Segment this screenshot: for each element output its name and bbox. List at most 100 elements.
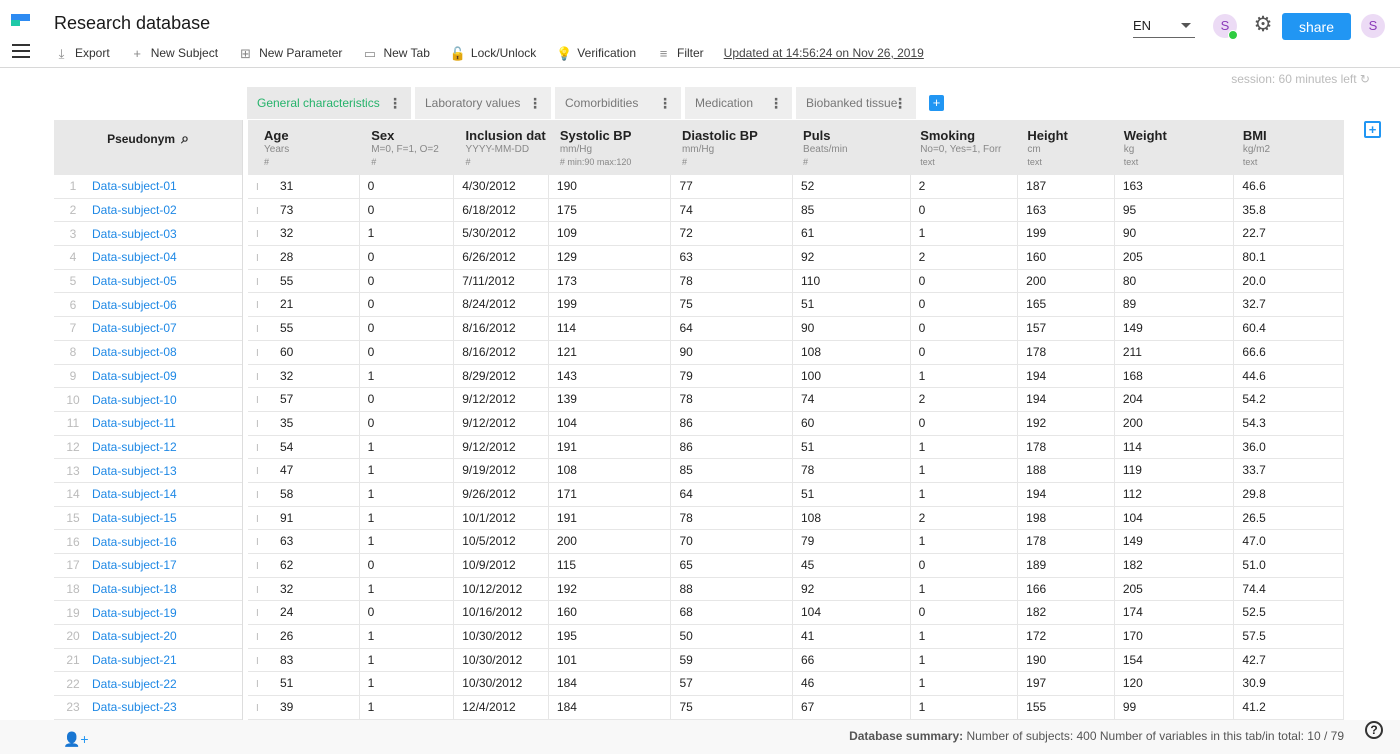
table-cell[interactable]: 115 <box>549 554 672 577</box>
table-cell[interactable]: 108 <box>793 506 911 530</box>
table-cell[interactable]: 78 <box>671 506 793 530</box>
table-cell[interactable]: 200 <box>549 530 672 553</box>
table-cell[interactable]: 1 <box>360 222 455 246</box>
table-cell[interactable]: 30.9 <box>1234 672 1344 696</box>
table-cell[interactable]: 149 <box>1115 317 1235 340</box>
subject-link[interactable]: Data-subject-07 <box>92 321 177 335</box>
subject-link[interactable]: Data-subject-18 <box>92 582 177 596</box>
table-cell[interactable]: 101 <box>549 648 672 672</box>
table-cell[interactable]: I 73 <box>252 198 360 222</box>
table-cell[interactable]: 61 <box>793 222 911 246</box>
column-header-systolic-bp[interactable]: Systolic BP mm/Hg # min:90 max:120 <box>552 120 674 175</box>
more-vert-icon[interactable]: ⋮ <box>528 87 542 119</box>
table-cell[interactable]: 173 <box>549 269 672 293</box>
table-cell[interactable]: 182 <box>1018 601 1115 625</box>
table-cell[interactable]: 1 <box>911 459 1019 482</box>
table-cell[interactable]: 75 <box>671 293 793 317</box>
table-cell[interactable]: 26.5 <box>1234 506 1344 530</box>
table-cell[interactable]: 168 <box>1115 364 1235 388</box>
tab-general-characteristics[interactable]: General characteristics ⋮ <box>247 87 411 119</box>
subject-link[interactable]: Data-subject-16 <box>92 535 177 549</box>
table-cell[interactable]: 1 <box>360 672 455 696</box>
table-cell[interactable]: 33.7 <box>1234 459 1344 482</box>
table-cell[interactable]: 199 <box>1018 222 1115 246</box>
table-cell[interactable]: 68 <box>671 601 793 625</box>
table-cell[interactable]: I 26 <box>252 625 360 648</box>
table-cell[interactable]: 29.8 <box>1234 482 1344 506</box>
table-cell[interactable]: 10/30/2012 <box>454 672 549 696</box>
table-cell[interactable]: 42.7 <box>1234 648 1344 672</box>
table-cell[interactable]: 51 <box>793 435 911 459</box>
table-cell[interactable]: 195 <box>549 625 672 648</box>
table-cell[interactable]: 155 <box>1018 696 1115 719</box>
table-cell[interactable]: 78 <box>793 459 911 482</box>
table-cell[interactable]: 1 <box>360 577 455 601</box>
table-cell[interactable]: 163 <box>1115 175 1235 198</box>
table-cell[interactable]: 99 <box>1115 696 1235 719</box>
table-cell[interactable]: I 55 <box>252 269 360 293</box>
subject-link[interactable]: Data-subject-12 <box>92 440 177 454</box>
table-cell[interactable]: I 57 <box>252 388 360 411</box>
table-cell[interactable]: I 31 <box>252 175 360 198</box>
table-cell[interactable]: 194 <box>1018 388 1115 411</box>
table-cell[interactable]: 199 <box>549 293 672 317</box>
table-cell[interactable]: 52 <box>793 175 911 198</box>
table-cell[interactable]: I 39 <box>252 696 360 719</box>
table-cell[interactable]: 175 <box>549 198 672 222</box>
table-cell[interactable]: 1 <box>911 222 1019 246</box>
column-header-bmi[interactable]: BMI kg/m2 text <box>1235 120 1344 175</box>
table-cell[interactable]: I 32 <box>252 364 360 388</box>
table-cell[interactable]: 149 <box>1115 530 1235 553</box>
table-cell[interactable]: 86 <box>671 411 793 435</box>
table-cell[interactable]: 72 <box>671 222 793 246</box>
subject-link[interactable]: Data-subject-22 <box>92 677 177 691</box>
table-cell[interactable]: 51 <box>793 293 911 317</box>
subject-link[interactable]: Data-subject-04 <box>92 250 177 264</box>
table-cell[interactable]: 211 <box>1115 340 1235 364</box>
column-header-smoking[interactable]: Smoking No=0, Yes=1, Forr text <box>912 120 1019 175</box>
table-cell[interactable]: 154 <box>1115 648 1235 672</box>
table-cell[interactable]: I 32 <box>252 222 360 246</box>
table-cell[interactable]: 121 <box>549 340 672 364</box>
subject-link[interactable]: Data-subject-23 <box>92 700 177 714</box>
table-cell[interactable]: 54.2 <box>1234 388 1344 411</box>
column-header-weight[interactable]: Weight kg text <box>1116 120 1235 175</box>
table-cell[interactable]: I 83 <box>252 648 360 672</box>
table-cell[interactable]: 171 <box>549 482 672 506</box>
table-cell[interactable]: 1 <box>360 696 455 719</box>
table-cell[interactable]: 1 <box>911 672 1019 696</box>
table-cell[interactable]: 1 <box>360 625 455 648</box>
table-cell[interactable]: 35.8 <box>1234 198 1344 222</box>
subject-link[interactable]: Data-subject-05 <box>92 274 177 288</box>
toolbar-lock-unlock-button[interactable]: 🔓 Lock/Unlock <box>450 46 536 61</box>
table-cell[interactable]: 194 <box>1018 364 1115 388</box>
tab-medication[interactable]: Medication ⋮ <box>685 87 792 119</box>
table-cell[interactable]: 0 <box>360 269 455 293</box>
table-cell[interactable]: 54.3 <box>1234 411 1344 435</box>
table-cell[interactable]: 205 <box>1115 246 1235 269</box>
column-header-height[interactable]: Height cm text <box>1019 120 1115 175</box>
table-cell[interactable]: 36.0 <box>1234 435 1344 459</box>
table-cell[interactable]: 89 <box>1115 293 1235 317</box>
table-cell[interactable]: 114 <box>1115 435 1235 459</box>
menu-icon[interactable] <box>12 44 30 58</box>
column-header-puls[interactable]: Puls Beats/min # <box>795 120 912 175</box>
table-cell[interactable]: I 28 <box>252 246 360 269</box>
subject-link[interactable]: Data-subject-03 <box>92 227 177 241</box>
table-cell[interactable]: 8/29/2012 <box>454 364 549 388</box>
table-cell[interactable]: 191 <box>549 506 672 530</box>
table-cell[interactable]: I 51 <box>252 672 360 696</box>
table-cell[interactable]: 0 <box>911 293 1019 317</box>
tab-comorbidities[interactable]: Comorbidities ⋮ <box>555 87 681 119</box>
subject-link[interactable]: Data-subject-02 <box>92 203 177 217</box>
table-cell[interactable]: 160 <box>549 601 672 625</box>
table-cell[interactable]: 192 <box>1018 411 1115 435</box>
table-cell[interactable]: 57 <box>671 672 793 696</box>
table-cell[interactable]: 172 <box>1018 625 1115 648</box>
table-cell[interactable]: 178 <box>1018 435 1115 459</box>
subject-link[interactable]: Data-subject-20 <box>92 629 177 643</box>
table-cell[interactable]: 32.7 <box>1234 293 1344 317</box>
subject-link[interactable]: Data-subject-15 <box>92 511 177 525</box>
table-cell[interactable]: 1 <box>911 577 1019 601</box>
table-cell[interactable]: 1 <box>911 435 1019 459</box>
